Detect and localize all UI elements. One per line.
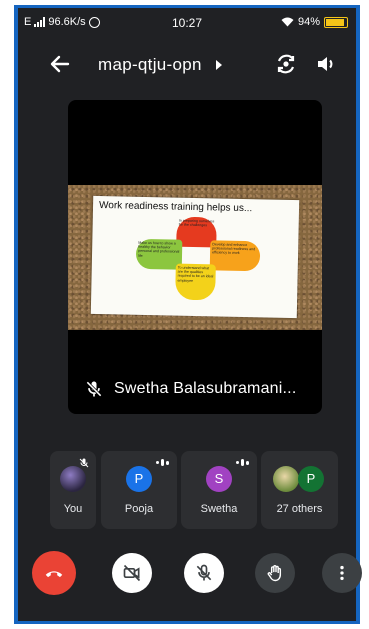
participant-name: You xyxy=(63,503,83,515)
main-video-tile[interactable]: Work readiness training helps us... In p… xyxy=(68,100,322,414)
phone-hangup-icon xyxy=(45,571,63,578)
presenter-name: Swetha Balasubramani... xyxy=(114,380,297,397)
participant-tile-you[interactable]: You xyxy=(50,451,96,529)
presentation-backdrop: Work readiness training helps us... In p… xyxy=(68,185,322,330)
participant-name: Pooja xyxy=(124,503,154,515)
slide-petal-orange: Develop and enhance professional readine… xyxy=(209,240,261,272)
mic-off-button[interactable] xyxy=(184,553,224,593)
battery-icon xyxy=(324,16,348,28)
device-frame: E 96.6K/s 10:27 94% map-qtju-opn Work re… xyxy=(14,5,362,624)
participant-name: 27 others xyxy=(276,503,323,515)
raise-hand-icon xyxy=(267,564,282,582)
status-bar: E 96.6K/s 10:27 94% xyxy=(18,8,356,36)
camera-off-button[interactable] xyxy=(112,553,152,593)
avatar: P xyxy=(126,466,152,492)
back-arrow-icon[interactable] xyxy=(48,52,72,76)
volume-icon[interactable] xyxy=(315,52,339,76)
participant-name: Swetha xyxy=(200,503,238,515)
avatar-photo xyxy=(273,466,299,492)
slide-petal-yellow: To understand what are the qualities req… xyxy=(175,263,216,301)
meeting-code[interactable]: map-qtju-opn xyxy=(98,55,202,75)
wifi-icon xyxy=(281,17,294,27)
chevron-right-icon[interactable] xyxy=(216,60,222,70)
mic-off-icon xyxy=(79,458,89,468)
battery-percent: 94% xyxy=(297,16,320,28)
end-call-button[interactable] xyxy=(32,551,76,595)
participant-tile-pooja[interactable]: P Pooja xyxy=(101,451,177,529)
mic-off-icon xyxy=(86,381,102,397)
mic-off-icon xyxy=(196,564,212,581)
avatar: P xyxy=(298,466,324,492)
avatar: S xyxy=(206,466,232,492)
app-screen: E 96.6K/s 10:27 94% map-qtju-opn Work re… xyxy=(18,8,362,621)
presentation-slide: Work readiness training helps us... In p… xyxy=(90,195,300,319)
more-vert-icon xyxy=(340,565,344,581)
speaking-indicator-icon xyxy=(236,459,249,466)
raise-hand-button[interactable] xyxy=(255,553,295,593)
camera-off-icon xyxy=(123,564,141,582)
meeting-header: map-qtju-opn xyxy=(18,48,356,84)
camera-switch-icon[interactable] xyxy=(274,52,298,76)
speaking-indicator-icon xyxy=(156,459,169,466)
avatar xyxy=(60,466,86,492)
participant-tile-others[interactable]: P 27 others xyxy=(261,451,338,529)
slide-title: Work readiness training helps us... xyxy=(98,199,253,215)
more-options-button[interactable] xyxy=(322,553,362,593)
status-right: 94% xyxy=(281,16,348,28)
participant-tile-swetha[interactable]: S Swetha xyxy=(181,451,257,529)
